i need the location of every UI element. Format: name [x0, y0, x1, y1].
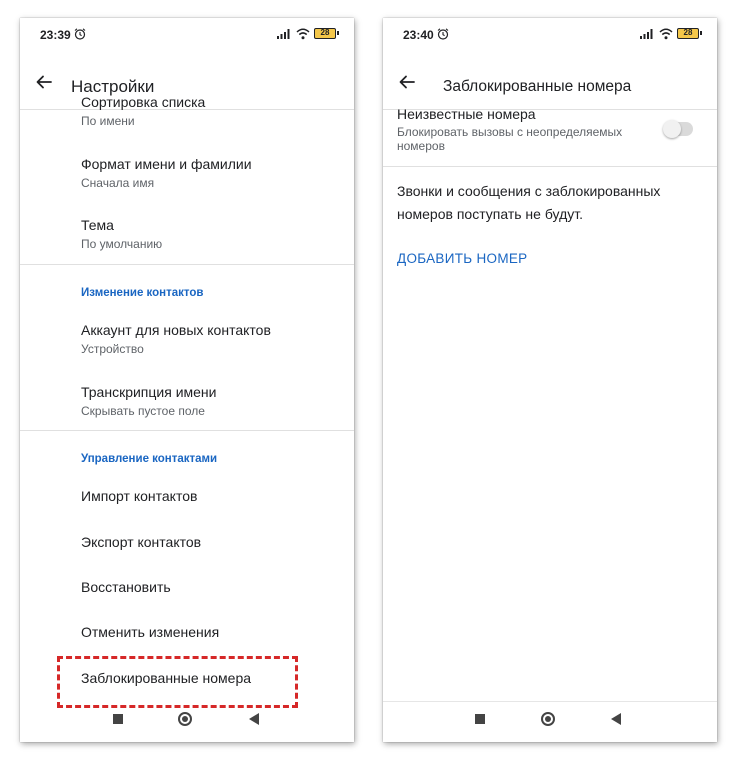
status-time: 23:39 [40, 28, 71, 42]
section-header-manage: Управление контактами [81, 453, 218, 465]
setting-sort-list[interactable]: Сортировка списка По имени [20, 94, 354, 154]
status-time: 23:40 [403, 28, 434, 42]
setting-title: Аккаунт для новых контактов [81, 322, 271, 338]
setting-export-contacts[interactable]: Экспорт контактов [20, 534, 354, 574]
add-number-button[interactable]: ДОБАВИТЬ НОМЕР [397, 251, 527, 266]
back-triangle-icon[interactable] [249, 713, 259, 725]
home-circle-icon[interactable] [178, 712, 192, 726]
setting-theme[interactable]: Тема По умолчанию [20, 217, 354, 277]
recents-square-icon[interactable] [113, 714, 123, 724]
page-title: Заблокированные номера [443, 78, 632, 95]
section-header-edit: Изменение контактов [81, 287, 204, 299]
back-arrow-icon[interactable] [397, 72, 417, 92]
app-bar: Заблокированные номера [383, 52, 717, 110]
setting-import-contacts[interactable]: Импорт контактов [20, 488, 354, 528]
setting-name-format[interactable]: Формат имени и фамилии Сначала имя [20, 156, 354, 216]
setting-title: Восстановить [81, 579, 171, 595]
back-arrow-icon[interactable] [34, 72, 54, 92]
setting-title: Формат имени и фамилии [81, 156, 252, 172]
battery-level: 28 [320, 28, 330, 37]
blocked-info-text: Звонки и сообщения с заблокированных ном… [397, 183, 661, 222]
battery-icon: 28 [314, 28, 339, 39]
unknown-numbers-toggle[interactable] [663, 120, 693, 138]
settings-screen: 23:39 28 Настройки Сортировка списка По … [20, 18, 354, 742]
setting-default-account[interactable]: Аккаунт для новых контактов Устройство [20, 322, 354, 382]
recents-square-icon[interactable] [475, 714, 485, 724]
highlight-box [57, 656, 298, 708]
wifi-icon [296, 28, 310, 40]
setting-subtitle: Скрывать пустое поле [81, 404, 205, 418]
setting-title: Неизвестные номера [397, 106, 536, 122]
alarm-icon [437, 28, 449, 40]
navigation-bar [20, 702, 354, 742]
signal-icon [640, 29, 653, 39]
divider [383, 166, 717, 167]
setting-title: Транскрипция имени [81, 384, 217, 400]
setting-subtitle: Сначала имя [81, 176, 155, 190]
setting-title: Экспорт контактов [81, 534, 202, 550]
status-bar: 23:39 28 [20, 18, 354, 52]
setting-subtitle: Блокировать вызовы с неопределяемых номе… [397, 125, 623, 153]
setting-phonetic-name[interactable]: Транскрипция имени Скрывать пустое поле [20, 384, 354, 444]
setting-title: Тема [81, 217, 114, 233]
toggle-knob [663, 120, 681, 138]
battery-level: 28 [683, 28, 693, 37]
blocked-numbers-screen: 23:40 28 Заблокированные номера Неизвест… [383, 18, 717, 742]
home-circle-icon[interactable] [541, 712, 555, 726]
setting-subtitle: По имени [81, 114, 135, 128]
setting-title: Импорт контактов [81, 488, 198, 504]
setting-restore[interactable]: Восстановить [20, 579, 354, 619]
setting-subtitle: По умолчанию [81, 237, 163, 251]
signal-icon [277, 29, 290, 39]
divider [20, 264, 354, 265]
setting-title: Отменить изменения [81, 624, 220, 640]
alarm-icon [74, 28, 86, 40]
status-bar: 23:40 28 [383, 18, 717, 52]
setting-title: Сортировка списка [81, 94, 206, 110]
navigation-bar [383, 702, 717, 742]
divider [20, 430, 354, 431]
back-triangle-icon[interactable] [611, 713, 621, 725]
setting-subtitle: Устройство [81, 342, 144, 356]
battery-icon: 28 [677, 28, 702, 39]
wifi-icon [659, 28, 673, 40]
